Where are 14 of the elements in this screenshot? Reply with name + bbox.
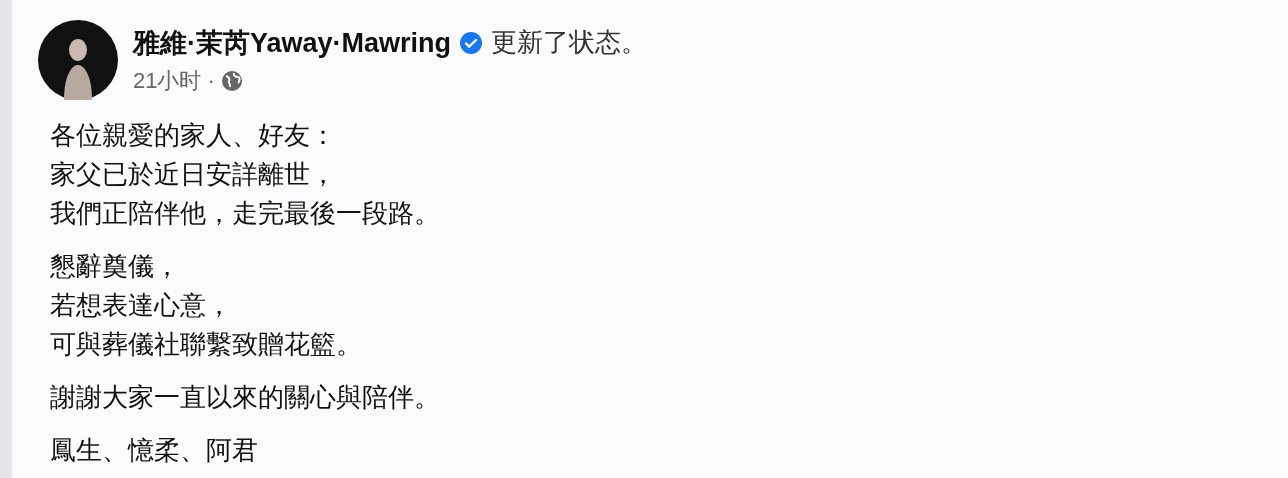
post-text-line: 懇辭奠儀，: [50, 250, 181, 283]
post-text-line: 謝謝大家一直以來的關心與陪伴。: [50, 381, 441, 414]
post-time[interactable]: 21小时: [133, 64, 202, 97]
post-text-line: 家父已於近日安詳離世，: [50, 158, 337, 191]
globe-icon[interactable]: [220, 69, 243, 92]
post-text-line: 鳳生、憶柔、阿君: [50, 434, 259, 467]
author-name[interactable]: 雅維·茉芮Yaway·Mawring: [133, 23, 452, 62]
post-text-line: 若想表達心意，: [50, 289, 233, 322]
status-action: 更新了状态。: [491, 26, 648, 59]
avatar[interactable]: [38, 20, 118, 100]
post-text-line: 各位親愛的家人、好友：: [50, 119, 337, 152]
separator-dot: ·: [207, 67, 215, 95]
post-text-line: 可與葬儀社聯繫致贈花籃。: [50, 328, 363, 361]
post-text-line: 我們正陪伴他，走完最後一段路。: [50, 197, 441, 230]
